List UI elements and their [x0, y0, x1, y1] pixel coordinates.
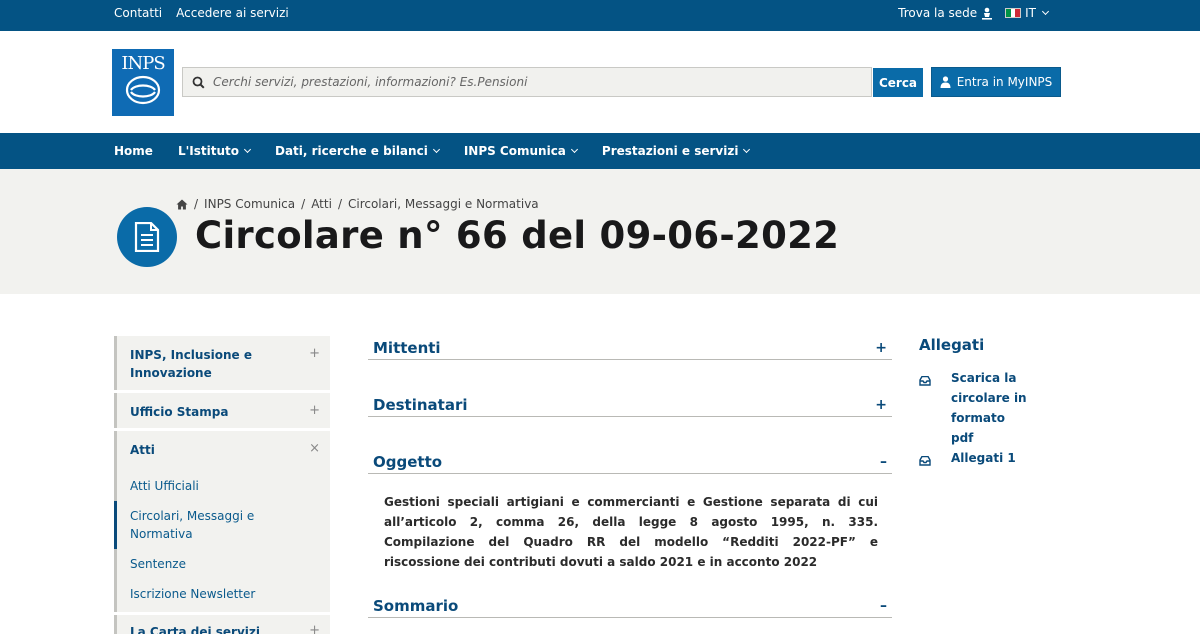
collapse-icon[interactable]: × — [309, 441, 320, 459]
allegato-label: Allegati 1 — [951, 451, 1016, 465]
italian-flag-icon — [1005, 8, 1022, 18]
accordion-header-mittenti[interactable]: Mittenti + — [368, 336, 892, 360]
chevron-down-icon — [743, 145, 751, 154]
contatti-link[interactable]: Contatti — [114, 6, 162, 20]
sidebar-section-inclusione[interactable]: INPS, Inclusione e Innovazione + — [114, 336, 330, 390]
main-content: Mittenti + Destinatari + Oggetto – Gestioni… — [368, 336, 892, 618]
breadcrumb-separator: / — [337, 197, 342, 211]
accordion-sommario: Sommario – — [368, 594, 892, 618]
accordion-label: Oggetto — [373, 453, 443, 471]
sidebar-item-newsletter[interactable]: Iscrizione Newsletter — [117, 579, 330, 609]
accordion-oggetto: Oggetto – Gestioni speciali artigiani e c… — [368, 450, 892, 572]
chevron-down-icon — [570, 145, 578, 154]
inbox-download-icon — [919, 448, 939, 472]
sidebar-subitems: Atti Ufficiali Circolari, Messaggi e Nor… — [114, 471, 330, 609]
nav-label: Dati, ricerche e bilanci — [274, 144, 428, 158]
search-input[interactable] — [213, 75, 871, 89]
page-hero: / INPS Comunica / Atti / Circolari, Mess… — [0, 169, 1200, 294]
nav-label: L'Istituto — [177, 144, 239, 158]
plus-icon: + — [875, 340, 887, 356]
sidebar-item-sentenze[interactable]: Sentenze — [117, 549, 330, 579]
logo-emblem-icon — [125, 75, 161, 105]
chevron-down-icon — [243, 145, 252, 154]
allegato-link-pdf[interactable]: Scarica la circolare in formato pdf — [919, 368, 1079, 448]
sidebar-section-ufficio-stampa[interactable]: Ufficio Stampa + — [114, 393, 330, 428]
user-icon — [940, 76, 951, 88]
page-title: Circolare n° 66 del 09-06-2022 — [195, 214, 840, 257]
breadcrumb: / INPS Comunica / Atti / Circolari, Mess… — [176, 197, 539, 211]
sidebar-nav: INPS, Inclusione e Innovazione + Ufficio … — [114, 336, 330, 634]
sidebar-item-circolari[interactable]: Circolari, Messaggi e Normativa — [114, 501, 330, 549]
sidebar-item-atti-ufficiali[interactable]: Atti Ufficiali — [117, 471, 330, 501]
main-navigation: Home L'Istituto Dati, ricerche e bilanci… — [0, 133, 1200, 169]
sidebar-section-label: Atti — [130, 443, 155, 457]
language-label: IT — [1025, 6, 1036, 20]
nav-item-dati[interactable]: Dati, ricerche e bilanci — [274, 144, 440, 158]
allegati-title: Allegati — [919, 336, 985, 354]
sidebar-section-carta-servizi[interactable]: La Carta dei servizi dell'INPS + — [114, 615, 330, 634]
accordion-header-sommario[interactable]: Sommario – — [368, 594, 892, 618]
inbox-download-icon — [919, 368, 939, 448]
site-header: INPS Cerca Entra in MyINPS — [0, 31, 1200, 133]
sidebar-section-label: La Carta dei servizi dell'INPS — [130, 625, 261, 634]
nav-label: INPS Comunica — [463, 144, 566, 158]
chevron-down-icon — [1041, 7, 1050, 16]
minus-icon: – — [880, 598, 887, 614]
allegato-label: Scarica la circolare in formato pdf — [951, 371, 1027, 445]
sidebar-section-atti[interactable]: Atti × Atti Ufficiali Circolari, Messaggi… — [114, 431, 330, 612]
accedere-servizi-link[interactable]: Accedere ai servizi — [176, 6, 289, 20]
accordion-destinatari: Destinatari + — [368, 393, 892, 417]
sidebar-section-label: Ufficio Stampa — [130, 405, 229, 419]
accordion-label: Destinatari — [373, 396, 468, 414]
nav-item-prestazioni[interactable]: Prestazioni e servizi — [601, 144, 751, 158]
accordion-label: Mittenti — [373, 339, 441, 357]
accordion-header-oggetto[interactable]: Oggetto – — [368, 450, 892, 474]
home-icon[interactable] — [176, 199, 188, 210]
expand-icon[interactable]: + — [309, 623, 320, 634]
nav-item-comunica[interactable]: INPS Comunica — [463, 144, 578, 158]
breadcrumb-separator: / — [301, 197, 306, 211]
minus-icon: – — [880, 454, 887, 470]
nav-item-home[interactable]: Home — [114, 144, 153, 158]
trova-sede-link[interactable]: Trova la sede — [898, 6, 993, 20]
search-box — [182, 67, 872, 97]
chevron-down-icon — [432, 145, 440, 154]
breadcrumb-inps-comunica[interactable]: INPS Comunica — [204, 197, 295, 211]
oggetto-text: Gestioni speciali artigiani e commercian… — [384, 495, 878, 569]
breadcrumb-circolari[interactable]: Circolari, Messaggi e Normativa — [348, 197, 539, 211]
sidebar-section-label: INPS, Inclusione e Innovazione — [130, 348, 252, 380]
language-selector[interactable]: IT — [1005, 6, 1050, 20]
expand-icon[interactable]: + — [309, 403, 320, 421]
nav-item-istituto[interactable]: L'Istituto — [177, 144, 252, 158]
myinps-label: Entra in MyINPS — [956, 75, 1053, 89]
accordion-header-destinatari[interactable]: Destinatari + — [368, 393, 892, 417]
expand-icon[interactable]: + — [309, 346, 320, 382]
myinps-login-button[interactable]: Entra in MyINPS — [931, 67, 1061, 97]
search-icon — [183, 76, 213, 89]
allegati-panel: Allegati Scarica la circolare in formato… — [919, 336, 1079, 472]
plus-icon: + — [875, 397, 887, 413]
nav-label: Prestazioni e servizi — [601, 144, 739, 158]
breadcrumb-separator: / — [194, 197, 199, 211]
top-utility-bar: Contatti Accedere ai servizi Trova la se… — [0, 0, 1200, 31]
breadcrumb-atti[interactable]: Atti — [311, 197, 332, 211]
trova-sede-label: Trova la sede — [898, 6, 978, 20]
nav-label: Home — [114, 144, 153, 158]
person-pin-icon — [982, 7, 993, 20]
inps-logo[interactable]: INPS — [112, 49, 174, 116]
search-button[interactable]: Cerca — [873, 68, 923, 97]
accordion-mittenti: Mittenti + — [368, 336, 892, 360]
allegato-link-1[interactable]: Allegati 1 — [919, 448, 1079, 472]
document-icon — [117, 207, 177, 267]
logo-text: INPS — [121, 53, 165, 74]
accordion-label: Sommario — [373, 597, 459, 615]
